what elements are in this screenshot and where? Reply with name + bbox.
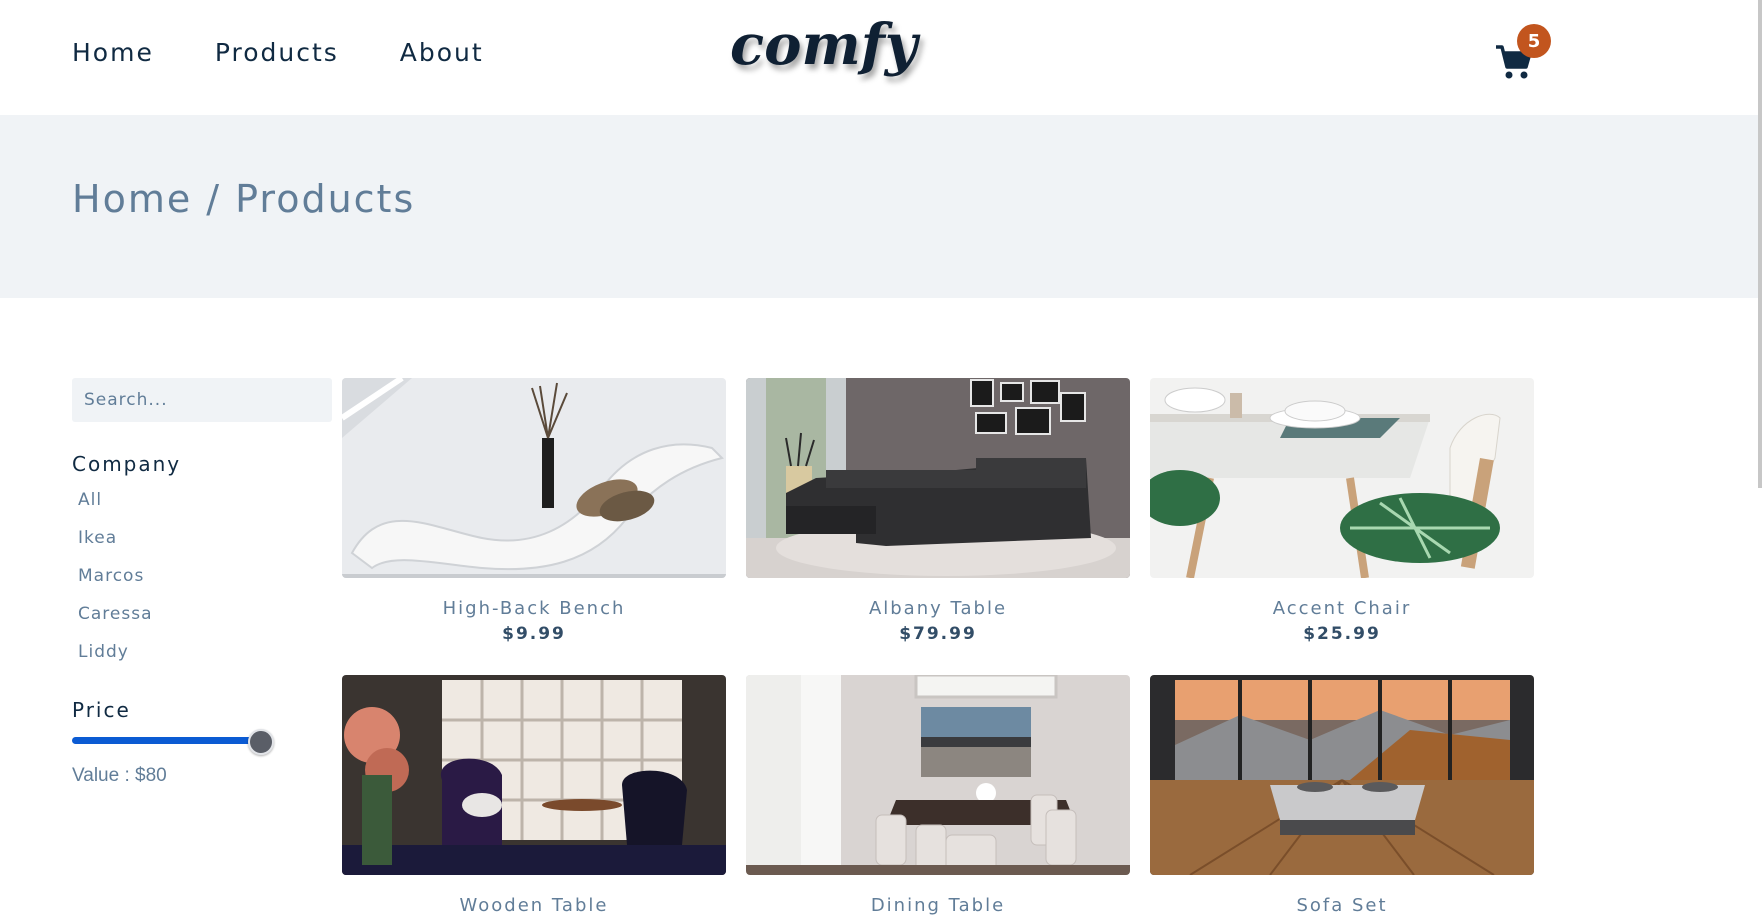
- logo[interactable]: comfy: [730, 12, 917, 78]
- company-option-liddy[interactable]: Liddy: [78, 640, 153, 678]
- search-input[interactable]: [72, 378, 332, 422]
- product-card[interactable]: Albany Table $79.99: [746, 378, 1130, 644]
- price-heading: Price: [72, 698, 131, 722]
- product-name: Sofa Set: [1296, 895, 1388, 916]
- company-option-caressa[interactable]: Caressa: [78, 602, 153, 640]
- price-slider-track[interactable]: [72, 737, 260, 744]
- product-card[interactable]: High-Back Bench $9.99: [342, 378, 726, 644]
- price-value-label: Value : $80: [72, 765, 167, 786]
- product-card[interactable]: Wooden Table: [342, 675, 726, 921]
- product-card[interactable]: Accent Chair $25.99: [1150, 378, 1534, 644]
- navbar: Home Products About comfy 5: [0, 0, 1762, 115]
- product-image[interactable]: [1150, 378, 1534, 578]
- product-name: High-Back Bench: [442, 598, 626, 619]
- company-list: All Ikea Marcos Caressa Liddy: [78, 488, 153, 678]
- page-scrollbar[interactable]: [1758, 0, 1762, 488]
- cart-count-badge: 5: [1517, 24, 1551, 58]
- product-card[interactable]: Dining Table: [746, 675, 1130, 921]
- breadcrumb: Home / Products: [72, 177, 416, 221]
- product-image[interactable]: [746, 378, 1130, 578]
- product-name: Accent Chair: [1272, 598, 1412, 619]
- product-name: Albany Table: [868, 598, 1008, 619]
- company-option-ikea[interactable]: Ikea: [78, 526, 153, 564]
- product-name: Dining Table: [870, 895, 1006, 916]
- product-name: Wooden Table: [459, 895, 609, 916]
- page-hero: Home / Products: [0, 115, 1762, 298]
- price-slider-thumb[interactable]: [248, 729, 274, 755]
- nav-link-about[interactable]: About: [400, 38, 484, 67]
- nav-link-products[interactable]: Products: [215, 38, 339, 67]
- product-image[interactable]: [746, 675, 1130, 875]
- product-image[interactable]: [1150, 675, 1534, 875]
- product-price: $79.99: [899, 624, 977, 644]
- nav-link-home[interactable]: Home: [72, 38, 154, 67]
- company-option-all[interactable]: All: [78, 488, 153, 526]
- product-image[interactable]: [342, 675, 726, 875]
- product-price: $25.99: [1303, 624, 1381, 644]
- product-image[interactable]: [342, 378, 726, 578]
- product-card[interactable]: Sofa Set: [1150, 675, 1534, 921]
- nav-links: Home Products About: [72, 38, 484, 67]
- product-price: $9.99: [502, 624, 566, 644]
- company-option-marcos[interactable]: Marcos: [78, 564, 153, 602]
- company-heading: Company: [72, 452, 182, 476]
